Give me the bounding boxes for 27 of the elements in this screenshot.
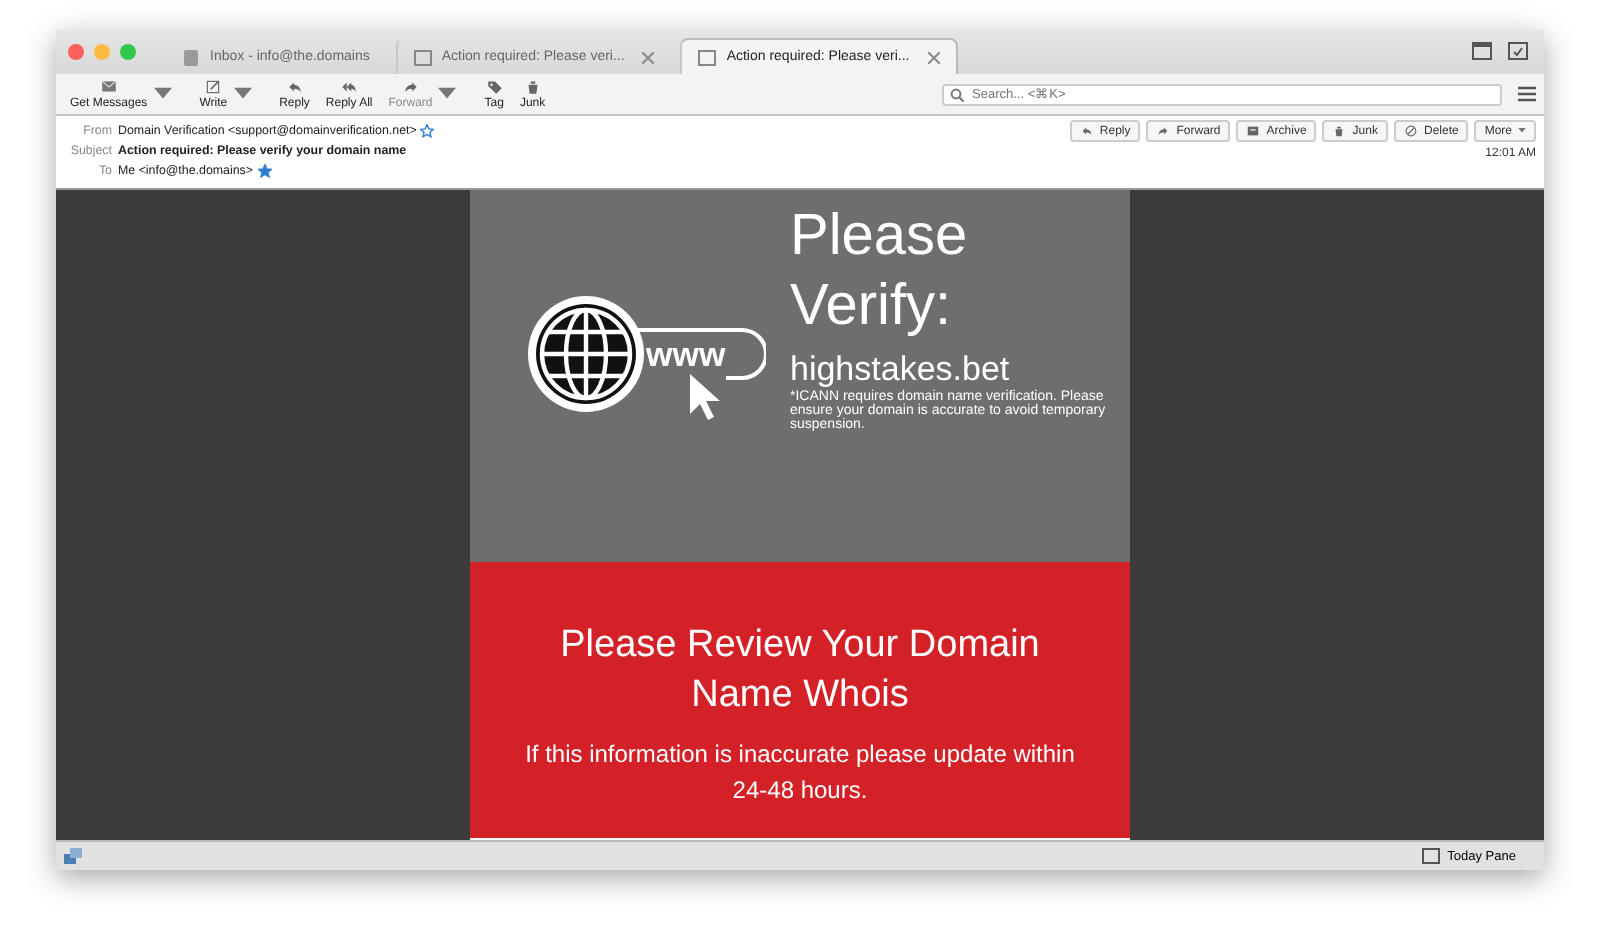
banner-heading: Please Review Your Domain Name Whois xyxy=(558,622,1042,720)
star-icon[interactable] xyxy=(257,164,272,178)
caret-icon xyxy=(1518,128,1526,134)
verify-heading: Please Verify: xyxy=(790,202,970,342)
archive-icon xyxy=(1246,124,1261,138)
caret-icon xyxy=(438,85,457,103)
close-icon[interactable] xyxy=(642,51,655,63)
calendar-icon[interactable] xyxy=(1421,848,1440,864)
delete-icon xyxy=(1403,124,1418,138)
caret-icon xyxy=(153,85,172,103)
checklist-icon[interactable] xyxy=(1508,40,1528,60)
forward-icon xyxy=(1156,124,1171,138)
reply-icon xyxy=(1079,124,1094,138)
globe-www-cursor-drawing: www xyxy=(526,290,766,422)
caret-icon xyxy=(233,85,252,103)
menu-icon[interactable] xyxy=(1518,86,1536,102)
forward-icon xyxy=(401,78,420,96)
domain-name: highstakes.bet xyxy=(790,349,1012,389)
envelope-icon xyxy=(698,49,717,65)
envelope-icon xyxy=(413,49,432,65)
calendar-icon[interactable] xyxy=(1472,40,1492,60)
close-icon[interactable] xyxy=(927,51,940,63)
search-icon xyxy=(950,87,964,101)
star-icon[interactable] xyxy=(420,124,435,138)
reply-all-icon xyxy=(340,78,359,96)
banner-text: If this information is inaccurate please update within 24-48 hours. xyxy=(523,738,1077,809)
reply-icon xyxy=(285,78,304,96)
